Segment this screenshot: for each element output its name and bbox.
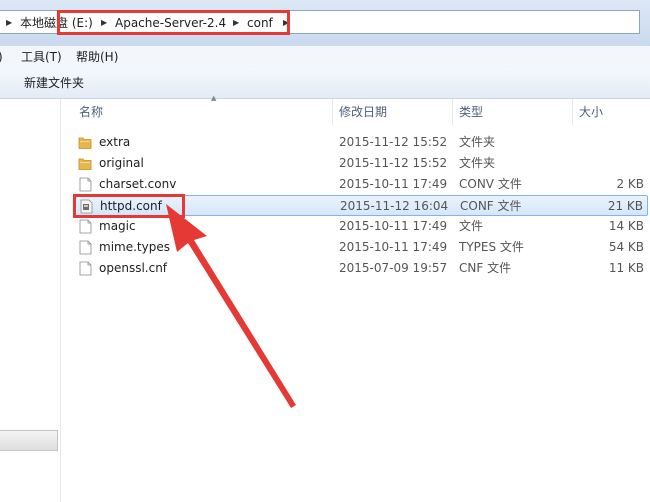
- file-type: 文件: [459, 219, 484, 233]
- file-list-pane: 名称 ▲ 修改日期 类型 大小 extra 2015-11-12 15:52 文件夹…: [61, 94, 650, 502]
- command-toolbar: 新建文件夹: [0, 68, 650, 99]
- file-size: 14 KB: [608, 219, 644, 233]
- file-size: 54 KB: [608, 240, 644, 254]
- file-icon: [79, 219, 92, 234]
- file-modified-date: 2015-11-12 15:52: [339, 156, 448, 170]
- file-name: extra: [99, 135, 131, 149]
- sort-ascending-icon: ▲: [211, 94, 217, 102]
- file-row[interactable]: original 2015-11-12 15:52 文件夹: [73, 153, 648, 174]
- file-type: TYPES 文件: [459, 240, 524, 254]
- config-file-icon: [80, 199, 93, 214]
- file-name: charset.conv: [99, 177, 177, 191]
- column-header-date-label: 修改日期: [339, 105, 388, 119]
- file-modified-date: 2015-07-09 19:57: [339, 261, 448, 275]
- file-row[interactable]: openssl.cnf 2015-07-09 19:57 CNF 文件 11 KB: [73, 258, 648, 279]
- column-header-size-label: 大小: [579, 105, 604, 119]
- breadcrumb-chevron-icon[interactable]: ▶: [101, 15, 107, 31]
- file-modified-date: 2015-11-12 15:52: [339, 135, 448, 149]
- file-row[interactable]: charset.conv 2015-10-11 17:49 CONV 文件 2 KB: [73, 174, 648, 195]
- breadcrumb-chevron-icon[interactable]: ▶: [6, 15, 12, 31]
- file-name: httpd.conf: [100, 199, 162, 213]
- file-icon: [79, 177, 92, 192]
- file-icon: [79, 261, 92, 276]
- address-field[interactable]: ▶ 本地磁盘 (E:) ▶ Apache-Server-2.4 ▶ conf ▶: [0, 10, 640, 34]
- file-modified-date: 2015-10-11 17:49: [339, 177, 448, 191]
- file-name: magic: [99, 219, 136, 233]
- address-bar-area: ▶ 本地磁盘 (E:) ▶ Apache-Server-2.4 ▶ conf ▶: [0, 0, 650, 46]
- file-type: 文件夹: [459, 156, 496, 170]
- breadcrumb-item-apache[interactable]: Apache-Server-2.4: [115, 15, 226, 31]
- breadcrumb-chevron-icon[interactable]: ▶: [233, 15, 239, 31]
- file-row[interactable]: extra 2015-11-12 15:52 文件夹: [73, 132, 648, 153]
- column-header-name-label: 名称: [79, 105, 104, 119]
- column-header-date[interactable]: 修改日期: [333, 99, 453, 125]
- file-row[interactable]: httpd.conf 2015-11-12 16:04 CONF 文件 21 KB: [73, 195, 648, 216]
- column-header-name[interactable]: 名称 ▲: [73, 94, 333, 125]
- file-modified-date: 2015-10-11 17:49: [339, 240, 448, 254]
- folder-icon: [78, 158, 92, 170]
- file-row[interactable]: mime.types 2015-10-11 17:49 TYPES 文件 54 KB: [73, 237, 648, 258]
- navigation-pane: [0, 99, 61, 502]
- file-size: 21 KB: [607, 199, 643, 213]
- column-header-type[interactable]: 类型: [453, 99, 573, 125]
- file-row[interactable]: magic 2015-10-11 17:49 文件 14 KB: [73, 216, 648, 237]
- menu-item-tools[interactable]: 工具(T): [21, 49, 62, 65]
- file-size: 2 KB: [616, 177, 644, 191]
- file-name: original: [99, 156, 144, 170]
- breadcrumb-chevron-icon[interactable]: ▶: [283, 15, 289, 31]
- file-type: 文件夹: [459, 135, 496, 149]
- file-name: mime.types: [99, 240, 170, 254]
- nav-pane-scrollbar[interactable]: [0, 430, 58, 451]
- file-icon: [79, 240, 92, 255]
- new-folder-button[interactable]: 新建文件夹: [24, 75, 84, 91]
- file-modified-date: 2015-11-12 16:04: [340, 199, 449, 213]
- breadcrumb-item-conf[interactable]: conf: [247, 15, 273, 31]
- file-modified-date: 2015-10-11 17:49: [339, 219, 448, 233]
- breadcrumb-item-drive[interactable]: 本地磁盘 (E:): [20, 15, 93, 31]
- column-header-type-label: 类型: [459, 105, 484, 119]
- file-type: CONV 文件: [459, 177, 522, 191]
- file-type: CONF 文件: [460, 199, 522, 213]
- file-name: openssl.cnf: [99, 261, 168, 275]
- menu-item-partial[interactable]: ): [0, 49, 3, 65]
- file-type: CNF 文件: [459, 261, 512, 275]
- column-header-size[interactable]: 大小: [573, 99, 650, 125]
- file-size: 11 KB: [608, 261, 644, 275]
- folder-icon: [78, 137, 92, 149]
- menu-bar: ) 工具(T) 帮助(H): [0, 46, 650, 69]
- menu-item-help[interactable]: 帮助(H): [76, 49, 118, 65]
